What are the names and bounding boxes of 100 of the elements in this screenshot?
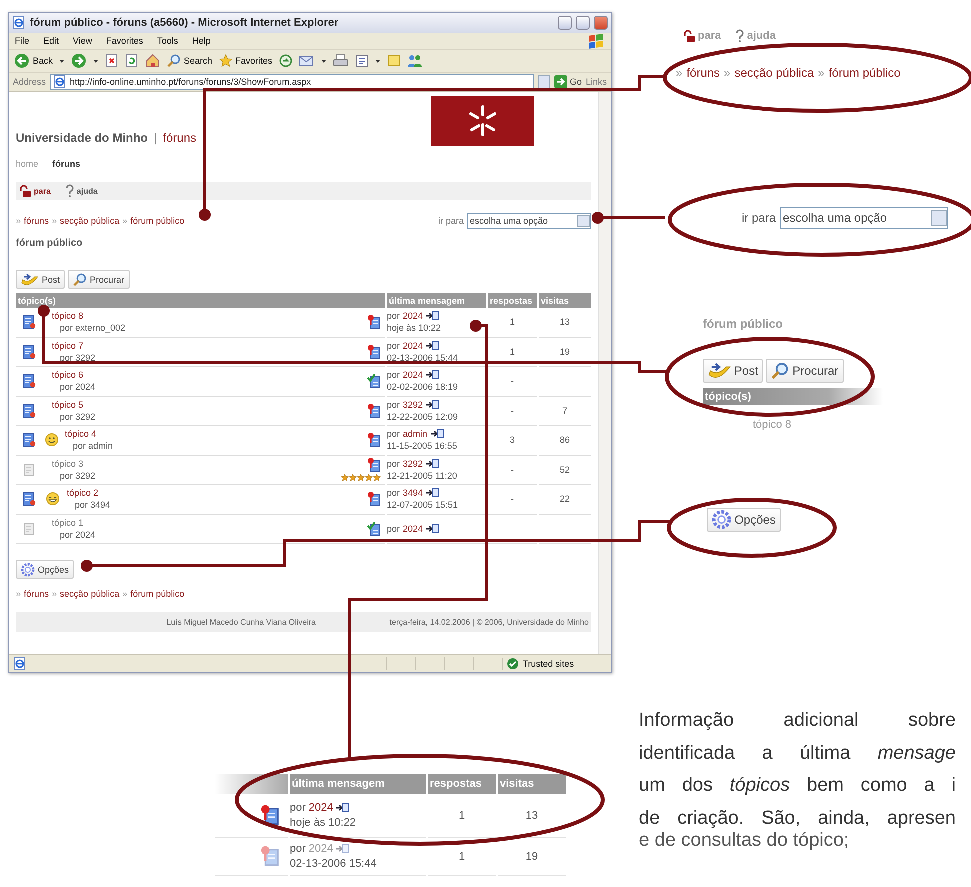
search-button[interactable]: Search bbox=[167, 54, 213, 68]
author-link[interactable]: 2024 bbox=[403, 340, 424, 352]
breadcrumb-link[interactable]: fórum público bbox=[130, 589, 185, 599]
table-cell: 19 bbox=[498, 838, 566, 876]
topic-author: por 2024 bbox=[59, 528, 96, 541]
author-link[interactable]: 2024 bbox=[308, 800, 334, 816]
author-link[interactable]: 3292 bbox=[403, 398, 424, 411]
address-field[interactable]: http://info-online.uminho.pt/foruns/foruns/3/ShowForum.aspx bbox=[50, 74, 534, 90]
footer-author: Luís Miguel Macedo Cunha Viana Oliveira bbox=[166, 618, 316, 626]
page-icon bbox=[13, 656, 27, 670]
topic-link[interactable]: tópico 6 bbox=[52, 369, 96, 382]
post-date: 02-13-2006 15:44 bbox=[387, 352, 458, 364]
stop-page-icon bbox=[105, 54, 120, 68]
close-button[interactable] bbox=[594, 16, 608, 30]
topic-link[interactable]: tópico 1 bbox=[52, 516, 96, 529]
breadcrumb-link[interactable]: fóruns bbox=[24, 216, 50, 226]
topic-link[interactable]: tópico 3 bbox=[52, 458, 96, 470]
jump-select[interactable]: escolha uma opção bbox=[780, 207, 948, 229]
options-button[interactable]: Opções bbox=[16, 560, 74, 579]
jump-select[interactable]: escolha uma opção bbox=[467, 213, 591, 229]
post-date: 02-13-2006 15:44 bbox=[290, 856, 377, 872]
breadcrumb-link[interactable]: fórum público bbox=[828, 66, 901, 80]
author-link[interactable]: 3494 bbox=[403, 487, 424, 500]
table-cell: - bbox=[488, 396, 537, 426]
maximize-button[interactable] bbox=[576, 16, 590, 30]
search-button[interactable]: Procurar bbox=[766, 359, 844, 383]
stop-button[interactable] bbox=[105, 54, 120, 68]
menu-item[interactable]: Favorites bbox=[106, 36, 144, 46]
table-cell: 52 bbox=[539, 456, 591, 485]
post-button[interactable]: Post bbox=[16, 270, 66, 289]
nav-link[interactable]: fóruns bbox=[52, 159, 81, 169]
menu-item[interactable]: Edit bbox=[44, 36, 60, 46]
dropdown-button[interactable] bbox=[538, 75, 550, 89]
print-button[interactable] bbox=[332, 54, 349, 68]
column-header: visitas bbox=[539, 293, 591, 308]
post-button[interactable]: Post bbox=[703, 359, 764, 383]
author-link[interactable]: 2024 bbox=[403, 369, 424, 382]
breadcrumb-separator: » bbox=[16, 589, 22, 599]
description-paragraph: Informação adicional sobre identificada a última mensage um dos tópicos bem como a i de criação. São, ainda, apresen e de consultas do tópico; bbox=[638, 709, 958, 849]
go-arrow-icon bbox=[554, 75, 568, 89]
tool-link[interactable]: para bbox=[18, 184, 51, 198]
topic-link[interactable]: tópico 4 bbox=[65, 428, 114, 440]
author-prefix: por bbox=[387, 340, 400, 352]
options-button[interactable]: Opções bbox=[707, 508, 781, 532]
laughing-face-icon bbox=[45, 492, 61, 506]
author-link[interactable]: 2024 bbox=[403, 522, 424, 535]
home-button[interactable] bbox=[145, 53, 162, 69]
breadcrumb-link[interactable]: secção pública bbox=[60, 589, 120, 599]
search-icon bbox=[167, 54, 182, 68]
author-prefix: por bbox=[387, 487, 400, 500]
messenger-button[interactable] bbox=[406, 54, 423, 68]
gear-icon bbox=[21, 562, 35, 576]
edit-button[interactable] bbox=[354, 54, 369, 68]
back-button[interactable]: Back bbox=[14, 53, 54, 69]
breadcrumb-link[interactable]: fóruns bbox=[686, 66, 720, 80]
menu-item[interactable]: View bbox=[73, 36, 92, 46]
note-button[interactable] bbox=[386, 54, 401, 68]
go-button[interactable]: Go bbox=[554, 75, 582, 89]
site-section-link[interactable]: fóruns bbox=[163, 131, 196, 145]
breadcrumb-link[interactable]: fóruns bbox=[24, 589, 50, 599]
refresh-button[interactable] bbox=[125, 54, 140, 68]
breadcrumb-separator: » bbox=[122, 216, 128, 226]
mail-button[interactable] bbox=[298, 54, 315, 68]
topic-link[interactable]: tópico 5 bbox=[52, 398, 96, 411]
footer-date: terça-feira, 14.02.2006 | © 2006, Universidade do Minho bbox=[390, 618, 590, 626]
minimize-button[interactable] bbox=[558, 16, 572, 30]
breadcrumb-link[interactable]: secção pública bbox=[734, 66, 814, 80]
window-title: fórum público - fóruns (a5660) - Microsoft Internet Explorer bbox=[30, 17, 340, 29]
star-icon bbox=[218, 54, 233, 68]
post-date: hoje às 10:22 bbox=[290, 816, 356, 830]
links-button[interactable]: Links bbox=[586, 77, 607, 87]
topic-link[interactable]: tópico 8 bbox=[52, 310, 126, 322]
table-cell: 1 bbox=[488, 308, 537, 338]
forum-heading: fórum público bbox=[703, 317, 784, 333]
topic-link[interactable]: tópico 2 bbox=[67, 487, 111, 500]
menu-item[interactable]: Help bbox=[192, 36, 211, 46]
author-link[interactable]: 3292 bbox=[403, 458, 424, 470]
topic-author: por 3292 bbox=[59, 470, 96, 482]
search-icon bbox=[73, 272, 88, 286]
post-date: 12-07-2005 15:51 bbox=[387, 499, 458, 512]
media-button[interactable] bbox=[278, 54, 293, 68]
forward-button[interactable] bbox=[71, 53, 88, 69]
menu-item[interactable]: Tools bbox=[157, 36, 178, 46]
document-icon bbox=[354, 54, 369, 68]
author-link[interactable]: admin bbox=[403, 428, 428, 440]
search-button[interactable]: Procurar bbox=[68, 270, 130, 289]
arrow-document-icon bbox=[336, 803, 350, 813]
breadcrumb-link[interactable]: secção pública bbox=[60, 216, 120, 226]
topic-link[interactable]: tópico 7 bbox=[52, 340, 96, 352]
scrollbar[interactable] bbox=[598, 92, 611, 654]
help-link[interactable]: ajuda bbox=[64, 184, 98, 198]
author-link[interactable]: 2024 bbox=[403, 310, 424, 322]
table-cell: 19 bbox=[539, 338, 591, 367]
author-prefix: por bbox=[387, 428, 400, 440]
favorites-button[interactable]: Favorites bbox=[218, 54, 273, 68]
breadcrumb-link[interactable]: fórum público bbox=[130, 216, 185, 226]
menu-item[interactable]: File bbox=[15, 36, 30, 46]
padlock-icon bbox=[682, 30, 696, 42]
site-divider: | bbox=[154, 131, 158, 145]
printer-icon bbox=[332, 54, 349, 68]
